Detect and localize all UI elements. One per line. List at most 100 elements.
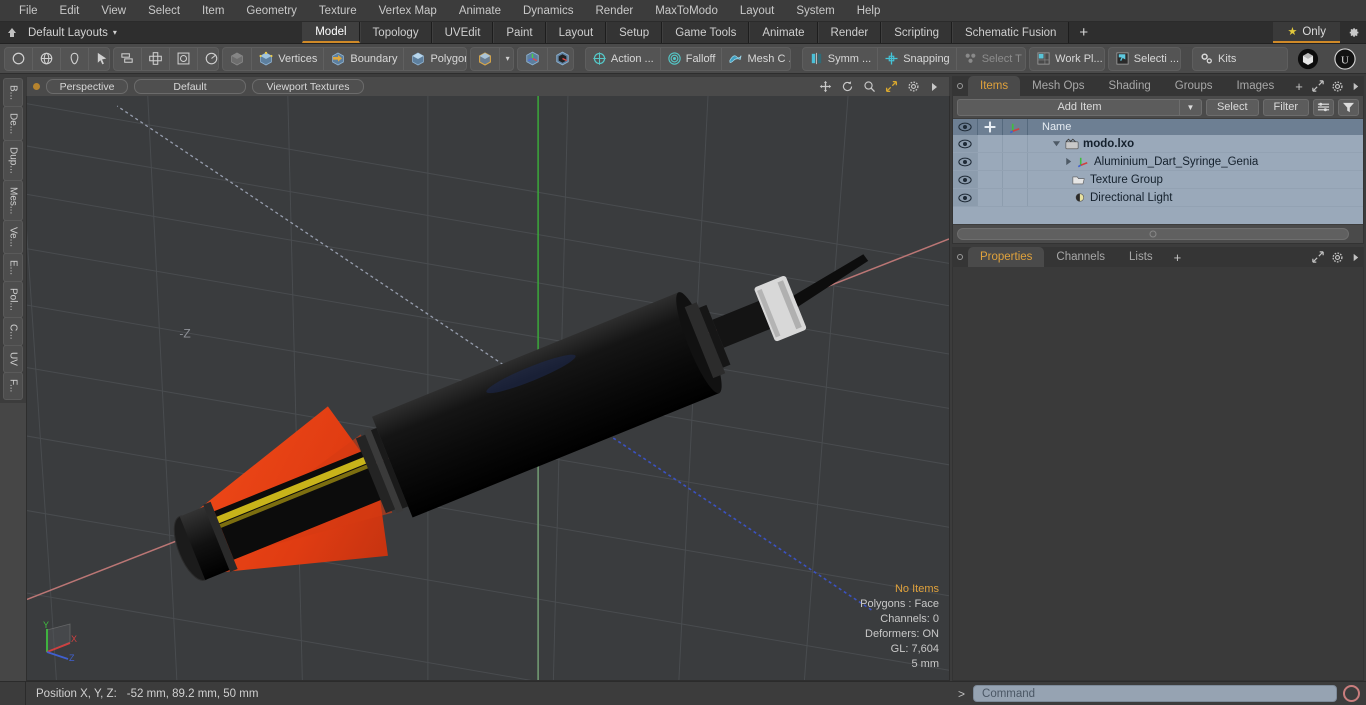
- row-lock-cell[interactable]: [978, 171, 1003, 188]
- toolbutton-vertices[interactable]: Vertices: [252, 47, 325, 70]
- globe-icon[interactable]: [33, 47, 61, 70]
- tree-item-scene[interactable]: modo.lxo: [1028, 138, 1363, 150]
- left-tab-curve[interactable]: C...: [3, 316, 23, 347]
- expand-icon[interactable]: [1312, 251, 1324, 263]
- menu-item-animate[interactable]: Animate: [448, 0, 512, 22]
- only-toggle-button[interactable]: ★ Only: [1273, 22, 1340, 43]
- add-pane-tab-button[interactable]: +: [1286, 76, 1312, 96]
- tab-game-tools[interactable]: Game Tools: [662, 22, 750, 43]
- toolbutton-selection[interactable]: Selecti ...: [1109, 48, 1181, 70]
- axis-gizmo[interactable]: Y X Z: [37, 618, 81, 662]
- menu-item-vertex-map[interactable]: Vertex Map: [368, 0, 448, 22]
- menu-item-view[interactable]: View: [90, 0, 137, 22]
- row-lock-cell[interactable]: [978, 189, 1003, 206]
- tab-animate[interactable]: Animate: [749, 22, 818, 43]
- pane-menu-dot-icon[interactable]: [952, 247, 968, 267]
- tab-channels[interactable]: Channels: [1044, 247, 1117, 267]
- scrollbar-thumb[interactable]: [957, 228, 1349, 240]
- viewport-3d-canvas[interactable]: -Z Y X Z No Items Polygons: Face Channe…: [26, 96, 950, 681]
- tab-lists[interactable]: Lists: [1117, 247, 1165, 267]
- items-horizontal-scrollbar[interactable]: [953, 225, 1363, 243]
- left-tab-basic[interactable]: B...: [3, 78, 23, 108]
- menu-item-maxtomodo[interactable]: MaxToModo: [644, 0, 729, 22]
- filter-button[interactable]: Filter: [1262, 98, 1309, 116]
- move-icon[interactable]: [819, 80, 832, 93]
- tab-scripting[interactable]: Scripting: [881, 22, 953, 43]
- toolbutton-symmetry[interactable]: Symm ...: [803, 47, 879, 70]
- axis-cube-dark-icon[interactable]: [548, 48, 573, 70]
- axis-cube-icon[interactable]: [518, 47, 548, 70]
- toolbutton-workplane[interactable]: Work Pl...: [1030, 48, 1104, 70]
- table-row[interactable]: Texture Group: [953, 171, 1363, 189]
- rotate-icon[interactable]: [841, 80, 854, 93]
- menu-item-file[interactable]: File: [8, 0, 49, 22]
- expander-down-icon[interactable]: [1052, 139, 1061, 148]
- menu-item-layout[interactable]: Layout: [729, 0, 786, 22]
- gear-icon[interactable]: [1340, 22, 1366, 43]
- chevron-right-icon[interactable]: [1351, 81, 1360, 92]
- add-item-button[interactable]: Add Item ▼: [957, 98, 1202, 116]
- row-transform-cell[interactable]: [1003, 171, 1028, 188]
- tab-model[interactable]: Model: [302, 22, 360, 43]
- left-tab-polygon[interactable]: Pol...: [3, 281, 23, 318]
- viewport-menu-dot-icon[interactable]: [33, 83, 40, 90]
- toolbutton-polygons[interactable]: Polygons: [404, 48, 466, 70]
- row-visibility-icon[interactable]: [953, 135, 978, 152]
- gear-icon[interactable]: [907, 80, 920, 93]
- tab-schematic-fusion[interactable]: Schematic Fusion: [952, 22, 1070, 43]
- tab-mesh-ops[interactable]: Mesh Ops: [1020, 76, 1096, 96]
- zoom-icon[interactable]: [863, 80, 876, 93]
- tree-item-mesh[interactable]: Aluminium_Dart_Syringe_Genia: [1028, 155, 1363, 168]
- tree-item-directional-light[interactable]: Directional Light: [1028, 191, 1363, 204]
- left-tab-edge[interactable]: E...: [3, 253, 23, 283]
- tab-groups[interactable]: Groups: [1163, 76, 1225, 96]
- add-properties-tab-button[interactable]: +: [1165, 247, 1191, 267]
- toolbutton-snapping[interactable]: Snapping: [878, 47, 957, 70]
- left-tab-duplicate[interactable]: Dup...: [3, 140, 23, 181]
- left-tab-uv[interactable]: UV: [3, 345, 23, 374]
- tab-paint[interactable]: Paint: [493, 22, 546, 43]
- expand-icon[interactable]: [1312, 80, 1324, 92]
- menu-item-edit[interactable]: Edit: [49, 0, 91, 22]
- tab-layout[interactable]: Layout: [545, 22, 607, 43]
- left-tab-vertex[interactable]: Ve...: [3, 220, 23, 255]
- menu-item-geometry[interactable]: Geometry: [235, 0, 308, 22]
- menu-item-system[interactable]: System: [785, 0, 845, 22]
- tab-render[interactable]: Render: [817, 22, 882, 43]
- fit-icon[interactable]: [885, 80, 898, 93]
- chevron-right-icon[interactable]: [929, 81, 939, 93]
- add-layout-tab-button[interactable]: +: [1069, 22, 1098, 43]
- teardrop-icon[interactable]: [61, 47, 89, 70]
- toolbutton-boundary[interactable]: Boundary: [324, 47, 405, 70]
- row-visibility-icon[interactable]: [953, 153, 978, 170]
- radial-icon[interactable]: [198, 48, 218, 70]
- left-tab-mesh-edit[interactable]: Mes...: [3, 179, 23, 222]
- home-layout-icon[interactable]: [0, 22, 24, 43]
- cube-grey-icon[interactable]: [223, 47, 253, 70]
- tab-uvedit[interactable]: UVEdit: [431, 22, 494, 43]
- table-row[interactable]: modo.lxo: [953, 135, 1363, 153]
- cursor-icon[interactable]: [89, 48, 109, 70]
- gear-icon[interactable]: [1331, 80, 1344, 93]
- command-input[interactable]: Command: [973, 685, 1337, 702]
- left-tab-deform[interactable]: De...: [3, 106, 23, 142]
- menu-item-select[interactable]: Select: [137, 0, 191, 22]
- toolbutton-falloff[interactable]: Falloff: [661, 47, 723, 70]
- toolbutton-action-center[interactable]: Action ...: [586, 47, 661, 70]
- viewport-style-selector[interactable]: Default: [134, 79, 246, 94]
- filter-funnel-icon[interactable]: [1338, 98, 1359, 116]
- pane-menu-dot-icon[interactable]: [952, 76, 968, 96]
- expander-right-icon[interactable]: [1064, 157, 1073, 166]
- substance-icon[interactable]: [1291, 48, 1325, 70]
- row-lock-cell[interactable]: [978, 135, 1003, 152]
- gear-icon[interactable]: [1331, 251, 1344, 264]
- menu-item-help[interactable]: Help: [846, 0, 892, 22]
- toolbutton-select-through[interactable]: Select T ...: [957, 48, 1025, 70]
- select-button[interactable]: Select: [1205, 98, 1259, 116]
- tab-topology[interactable]: Topology: [359, 22, 432, 43]
- viewport-shading-selector[interactable]: Viewport Textures: [252, 79, 364, 94]
- tab-setup[interactable]: Setup: [606, 22, 663, 43]
- align-icon[interactable]: [114, 47, 143, 70]
- tab-shading[interactable]: Shading: [1097, 76, 1163, 96]
- toolbutton-kits[interactable]: Kits: [1193, 48, 1287, 70]
